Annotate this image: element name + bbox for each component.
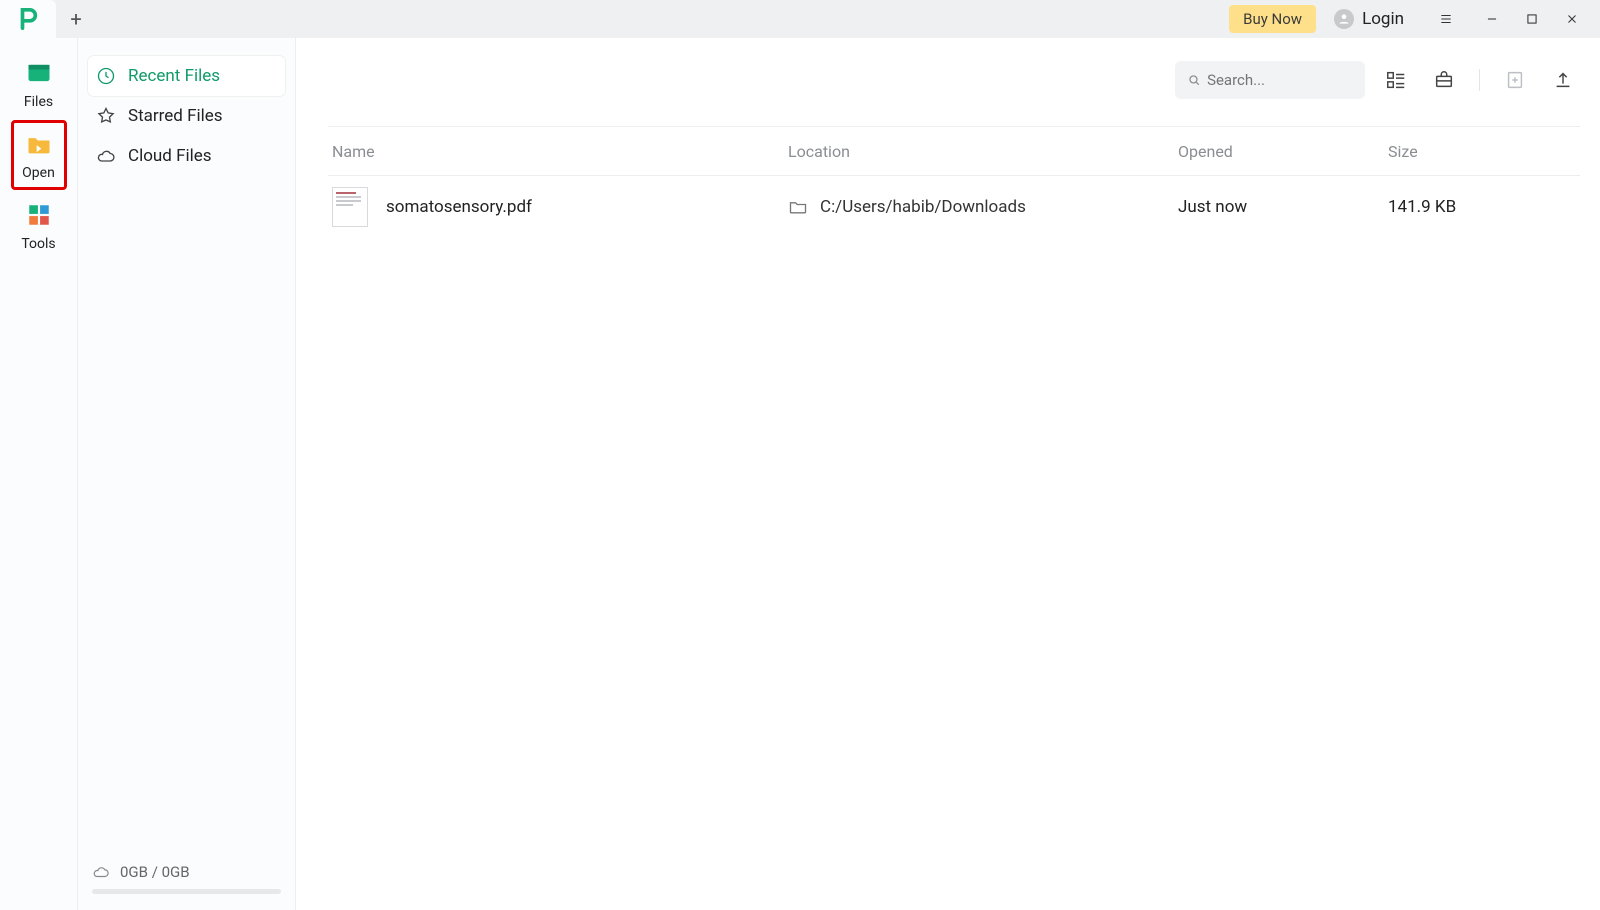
storage-bar <box>92 889 281 894</box>
avatar-icon <box>1334 9 1354 29</box>
sidebar-item-recent-files[interactable]: Recent Files <box>88 56 285 96</box>
toolbar <box>328 56 1580 104</box>
search-icon <box>1187 72 1201 88</box>
new-tab-button[interactable]: + <box>56 0 96 38</box>
storage-text: 0GB / 0GB <box>120 863 190 881</box>
sidebar-item-label: Cloud Files <box>128 146 212 166</box>
buy-now-button[interactable]: Buy Now <box>1229 5 1316 33</box>
login-label: Login <box>1362 9 1404 29</box>
file-name: somatosensory.pdf <box>386 197 532 217</box>
close-button[interactable] <box>1552 0 1592 38</box>
toolbox-icon <box>1433 69 1455 91</box>
file-opened: Just now <box>1178 197 1388 217</box>
cloud-icon <box>96 146 116 166</box>
app-tab[interactable] <box>0 0 56 38</box>
titlebar: + Buy Now Login <box>0 0 1600 38</box>
sidebar-item-cloud-files[interactable]: Cloud Files <box>88 136 285 176</box>
rail-item-files[interactable]: Files <box>11 50 67 118</box>
star-icon <box>96 106 116 126</box>
open-folder-icon <box>24 129 54 159</box>
view-list-button[interactable] <box>1379 63 1413 97</box>
col-header-location[interactable]: Location <box>788 142 1178 161</box>
file-size: 141.9 KB <box>1388 197 1580 217</box>
sidebar-item-starred-files[interactable]: Starred Files <box>88 96 285 136</box>
clock-icon <box>96 66 116 86</box>
minimize-button[interactable] <box>1472 0 1512 38</box>
rail-label: Tools <box>21 236 55 252</box>
rail-label: Files <box>24 94 53 110</box>
main-panel: Name Location Opened Size somatosensory.… <box>296 38 1600 910</box>
app-logo-icon <box>17 8 39 30</box>
col-header-size[interactable]: Size <box>1388 142 1580 161</box>
upload-icon <box>1552 69 1574 91</box>
divider <box>1479 69 1480 91</box>
storage-row: 0GB / 0GB <box>88 857 285 883</box>
files-icon <box>24 58 54 88</box>
col-header-name[interactable]: Name <box>328 142 788 161</box>
new-file-button[interactable] <box>1498 63 1532 97</box>
col-header-opened[interactable]: Opened <box>1178 142 1388 161</box>
rail-label: Open <box>22 165 55 181</box>
sidebar-item-label: Recent Files <box>128 66 220 86</box>
search-box[interactable] <box>1175 61 1365 99</box>
new-file-icon <box>1504 69 1526 91</box>
menu-button[interactable] <box>1426 0 1466 38</box>
table-header: Name Location Opened Size <box>328 126 1580 176</box>
search-input[interactable] <box>1207 71 1353 89</box>
sidebar: Recent Files Starred Files Cloud Files 0… <box>78 38 296 910</box>
maximize-button[interactable] <box>1512 0 1552 38</box>
rail-item-open[interactable]: Open <box>11 120 67 190</box>
file-location: C:/Users/habib/Downloads <box>820 197 1026 217</box>
left-rail: Files Open Tools <box>0 38 78 910</box>
login-button[interactable]: Login <box>1334 9 1404 29</box>
sidebar-item-label: Starred Files <box>128 106 223 126</box>
file-thumbnail-icon <box>332 187 368 227</box>
list-view-icon <box>1385 69 1407 91</box>
toolbox-button[interactable] <box>1427 63 1461 97</box>
table-row[interactable]: somatosensory.pdf C:/Users/habib/Downloa… <box>328 176 1580 238</box>
folder-icon <box>788 197 808 217</box>
tools-icon <box>24 200 54 230</box>
upload-button[interactable] <box>1546 63 1580 97</box>
cloud-icon <box>92 863 110 881</box>
rail-item-tools[interactable]: Tools <box>11 192 67 260</box>
